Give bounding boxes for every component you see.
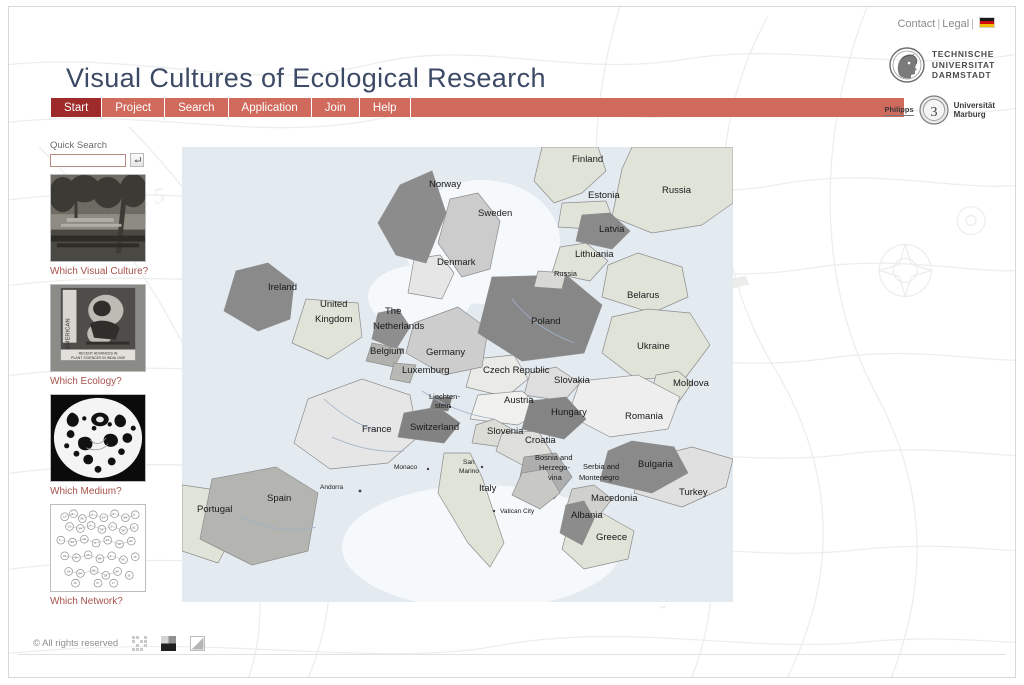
enter-arrow-icon bbox=[133, 156, 141, 163]
sidebar: Quick Search Which Visual Culture? AMERI… bbox=[50, 140, 154, 607]
svg-text:28: 28 bbox=[122, 528, 126, 532]
svg-text:30: 30 bbox=[75, 556, 79, 560]
svg-text:36: 36 bbox=[74, 581, 78, 585]
utility-separator-1: | bbox=[937, 18, 941, 30]
svg-text:24: 24 bbox=[78, 571, 82, 575]
nav-item-search[interactable]: Search bbox=[165, 98, 229, 117]
marker-vatican-city bbox=[492, 509, 496, 513]
svg-text:14: 14 bbox=[78, 526, 82, 530]
tu-darmstadt-wordmark: TECHNISCHE UNIVERSITAT DARMSTADT bbox=[932, 49, 995, 81]
teaser-link-visual-culture[interactable]: Which Visual Culture? bbox=[50, 266, 154, 277]
quick-search-row bbox=[50, 153, 154, 167]
legal-link[interactable]: Legal bbox=[942, 18, 969, 30]
page-title: Visual Cultures of Ecological Research bbox=[66, 63, 546, 93]
page-frame: , 5 , , 00 , , 5 , 2 5 Contact|Legal| Vi… bbox=[8, 6, 1016, 678]
svg-text:27: 27 bbox=[106, 538, 110, 542]
svg-text:19: 19 bbox=[100, 527, 104, 531]
svg-text:26: 26 bbox=[98, 557, 102, 561]
philipps-universitat-marburg-logo[interactable]: Philipps 3 Universität Marburg bbox=[884, 95, 995, 125]
svg-text:37: 37 bbox=[96, 581, 100, 585]
svg-text:29: 29 bbox=[67, 569, 71, 573]
svg-text:35: 35 bbox=[127, 573, 131, 577]
svg-text:23: 23 bbox=[71, 540, 75, 544]
contact-link[interactable]: Contact bbox=[897, 18, 935, 30]
utility-separator-2: | bbox=[971, 18, 974, 30]
main-nav: Start Project Search Application Join He… bbox=[51, 98, 904, 117]
teaser-medium: Which Medium? bbox=[50, 394, 154, 497]
footer-bar: © All rights reserved bbox=[33, 636, 206, 651]
svg-text:17: 17 bbox=[112, 581, 116, 585]
tud-line-3: DARMSTADT bbox=[931, 70, 992, 81]
svg-text:20: 20 bbox=[122, 558, 126, 562]
marburg-wordmark: Universität Marburg bbox=[954, 101, 995, 120]
marburg-line-1: Universität bbox=[953, 100, 995, 110]
marker-liechtenstein bbox=[448, 405, 452, 409]
thumbnail-book-cover[interactable]: AMERICAN RECENT ADVANCES IN PLANT SCIENC… bbox=[50, 284, 146, 372]
utility-bar: Contact | Legal | bbox=[897, 17, 995, 30]
country-liechtenstein bbox=[429, 396, 453, 412]
svg-text:12: 12 bbox=[63, 515, 67, 519]
tu-darmstadt-logo[interactable]: TECHNISCHE UNIVERSITAT DARMSTADT bbox=[889, 47, 995, 83]
svg-text:22: 22 bbox=[129, 539, 133, 543]
country-kaliningrad bbox=[533, 270, 567, 290]
nav-item-help[interactable]: Help bbox=[360, 98, 411, 117]
quick-search-label: Quick Search bbox=[50, 140, 108, 151]
svg-text:AMERICAN: AMERICAN bbox=[66, 318, 72, 349]
nav-item-start[interactable]: Start bbox=[51, 98, 103, 117]
search-input[interactable] bbox=[50, 153, 126, 167]
svg-text:RECENT ADVANCES IN: RECENT ADVANCES IN bbox=[79, 351, 118, 355]
tud-line-2: UNIVERSITAT bbox=[931, 59, 995, 70]
marburg-line-2: Marburg bbox=[953, 110, 986, 119]
svg-text:31: 31 bbox=[68, 524, 72, 528]
checker-square-icon[interactable] bbox=[161, 636, 177, 651]
svg-text:32: 32 bbox=[92, 568, 96, 572]
svg-text:13: 13 bbox=[86, 553, 90, 557]
nav-item-project[interactable]: Project bbox=[102, 98, 166, 117]
teaser-link-ecology[interactable]: Which Ecology? bbox=[50, 376, 154, 387]
marburg-seal-icon: 3 bbox=[919, 95, 949, 125]
teaser-link-medium[interactable]: Which Medium? bbox=[50, 486, 154, 497]
svg-text:34: 34 bbox=[116, 569, 120, 573]
svg-text:11: 11 bbox=[132, 525, 135, 529]
marburg-philipps-label: Philipps bbox=[884, 104, 914, 116]
svg-text:3: 3 bbox=[930, 105, 937, 120]
athena-head-icon bbox=[889, 47, 925, 83]
svg-text:10: 10 bbox=[118, 542, 122, 546]
triangle-fold-icon[interactable] bbox=[190, 636, 206, 651]
copyright-text: © All rights reserved bbox=[33, 638, 119, 649]
thumbnail-network-diagram[interactable]: 12 8 21 4 17 9 25 6 31 14 2 19 7 28 11 5 23 16 3 … bbox=[50, 504, 146, 592]
svg-text:25: 25 bbox=[123, 516, 127, 520]
nav-item-join[interactable]: Join bbox=[312, 98, 360, 117]
marker-san-marino bbox=[480, 465, 484, 469]
svg-text:33: 33 bbox=[104, 573, 108, 577]
marker-andorra bbox=[358, 489, 362, 493]
footer-divider bbox=[18, 654, 1006, 655]
nav-item-application[interactable]: Application bbox=[229, 98, 312, 117]
search-submit-button[interactable] bbox=[130, 153, 144, 167]
nav-filler bbox=[411, 98, 904, 117]
svg-text:18: 18 bbox=[63, 554, 67, 558]
map-svg: NorwaySwedenFinlandEstonia RussiaLatviaLi… bbox=[182, 147, 733, 602]
svg-text:16: 16 bbox=[82, 537, 86, 541]
thumbnail-landscape-photo[interactable] bbox=[50, 174, 146, 262]
thumbnail-microscope-view[interactable] bbox=[50, 394, 146, 482]
qr-grid-icon[interactable] bbox=[132, 636, 148, 651]
marker-monaco bbox=[426, 467, 430, 471]
svg-text:21: 21 bbox=[80, 517, 84, 521]
svg-text:15: 15 bbox=[133, 555, 137, 559]
teaser-network: 12 8 21 4 17 9 25 6 31 14 2 19 7 28 11 5 23 16 3 … bbox=[50, 504, 154, 607]
teaser-ecology: AMERICAN RECENT ADVANCES IN PLANT SCIENC… bbox=[50, 284, 154, 387]
europe-map[interactable]: Norway Sweden Finland Estonia Russia Latvia Li… bbox=[182, 147, 733, 602]
svg-text:PLANT SCIENCES IN INDIA 1949: PLANT SCIENCES IN INDIA 1949 bbox=[71, 356, 125, 360]
teaser-visual-culture: Which Visual Culture? bbox=[50, 174, 154, 277]
teaser-link-network[interactable]: Which Network? bbox=[50, 596, 154, 607]
german-flag-icon[interactable] bbox=[979, 17, 995, 28]
svg-text:17: 17 bbox=[102, 516, 106, 520]
tud-line-1: TECHNISCHE bbox=[931, 49, 995, 60]
